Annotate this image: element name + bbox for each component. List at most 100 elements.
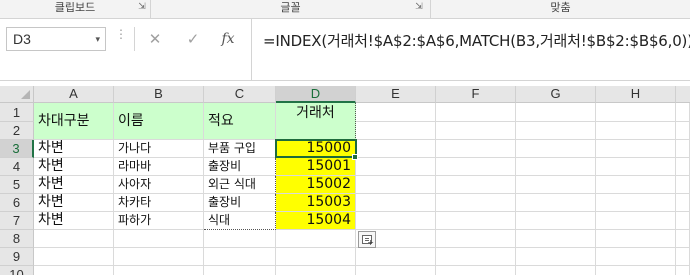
- empty-cell[interactable]: [516, 158, 596, 176]
- clipboard-launcher-icon[interactable]: ⇲: [137, 3, 147, 13]
- cell-a1-header[interactable]: 차대구분: [34, 103, 114, 140]
- cell-a7[interactable]: 차변: [34, 212, 114, 230]
- column-header-c[interactable]: C: [204, 86, 276, 103]
- empty-cell[interactable]: [676, 103, 690, 122]
- cell-d5[interactable]: 15002: [276, 176, 356, 194]
- empty-cell[interactable]: [596, 194, 676, 212]
- row-header-10[interactable]: 10: [0, 266, 34, 275]
- empty-cell[interactable]: [114, 230, 204, 248]
- empty-cell[interactable]: [204, 248, 276, 266]
- empty-cell[interactable]: [356, 103, 436, 122]
- empty-cell[interactable]: [676, 212, 690, 230]
- cell-c5[interactable]: 외근 식대: [204, 176, 276, 194]
- select-all-corner[interactable]: [0, 86, 34, 103]
- font-launcher-icon[interactable]: ⇲: [414, 3, 424, 13]
- empty-cell[interactable]: [436, 122, 516, 140]
- column-header-d[interactable]: D: [276, 86, 356, 103]
- empty-cell[interactable]: [356, 158, 436, 176]
- empty-cell[interactable]: [204, 230, 276, 248]
- row-header-6[interactable]: 6: [0, 194, 34, 212]
- empty-cell[interactable]: [34, 266, 114, 275]
- empty-cell[interactable]: [436, 103, 516, 122]
- chevron-down-icon[interactable]: ▾: [95, 28, 100, 50]
- column-header-f[interactable]: F: [436, 86, 516, 103]
- empty-cell[interactable]: [436, 248, 516, 266]
- cell-a4[interactable]: 차변: [34, 158, 114, 176]
- column-header-a[interactable]: A: [34, 86, 114, 103]
- cell-b6[interactable]: 차카타: [114, 194, 204, 212]
- cancel-icon[interactable]: ✕: [143, 28, 167, 50]
- empty-cell[interactable]: [436, 176, 516, 194]
- cell-b3[interactable]: 가나다: [114, 140, 204, 158]
- cell-b4[interactable]: 라마바: [114, 158, 204, 176]
- name-box[interactable]: D3 ▾: [6, 27, 106, 51]
- empty-cell[interactable]: [34, 230, 114, 248]
- row-header-9[interactable]: 9: [0, 248, 34, 266]
- cell-c7[interactable]: 식대: [204, 212, 276, 230]
- cell-a3[interactable]: 차변: [34, 140, 114, 158]
- fill-handle[interactable]: [352, 154, 358, 160]
- empty-cell[interactable]: [356, 122, 436, 140]
- empty-cell[interactable]: [516, 230, 596, 248]
- empty-cell[interactable]: [276, 248, 356, 266]
- column-header-b[interactable]: B: [114, 86, 204, 103]
- row-header-8[interactable]: 8: [0, 230, 34, 248]
- empty-cell[interactable]: [356, 176, 436, 194]
- empty-cell[interactable]: [356, 212, 436, 230]
- empty-cell[interactable]: [596, 140, 676, 158]
- empty-cell[interactable]: [596, 248, 676, 266]
- cell-b5[interactable]: 사아자: [114, 176, 204, 194]
- empty-cell[interactable]: [516, 176, 596, 194]
- empty-cell[interactable]: [676, 194, 690, 212]
- empty-cell[interactable]: [596, 230, 676, 248]
- empty-cell[interactable]: [114, 266, 204, 275]
- empty-cell[interactable]: [356, 140, 436, 158]
- cell-a5[interactable]: 차변: [34, 176, 114, 194]
- empty-cell[interactable]: [596, 122, 676, 140]
- row-header-1[interactable]: 1: [0, 103, 34, 122]
- empty-cell[interactable]: [516, 194, 596, 212]
- empty-cell[interactable]: [516, 248, 596, 266]
- enter-check-icon[interactable]: ✓: [181, 28, 205, 50]
- empty-cell[interactable]: [676, 122, 690, 140]
- cell-b7[interactable]: 파하가: [114, 212, 204, 230]
- empty-cell[interactable]: [276, 230, 356, 248]
- insert-function-icon[interactable]: fx: [216, 28, 240, 50]
- cell-c6[interactable]: 출장비: [204, 194, 276, 212]
- column-header-h[interactable]: H: [596, 86, 676, 103]
- empty-cell[interactable]: [676, 266, 690, 275]
- empty-cell[interactable]: [516, 266, 596, 275]
- empty-cell[interactable]: [356, 266, 436, 275]
- row-header-4[interactable]: 4: [0, 158, 34, 176]
- cell-a6[interactable]: 차변: [34, 194, 114, 212]
- empty-cell[interactable]: [676, 140, 690, 158]
- empty-cell[interactable]: [204, 266, 276, 275]
- empty-cell[interactable]: [356, 194, 436, 212]
- cell-c1-header[interactable]: 적요: [204, 103, 276, 140]
- empty-cell[interactable]: [114, 248, 204, 266]
- empty-cell[interactable]: [436, 230, 516, 248]
- formula-input[interactable]: =INDEX(거래처!$A$2:$A$6,MATCH(B3,거래처!$B$2:$…: [251, 19, 690, 81]
- empty-cell[interactable]: [276, 266, 356, 275]
- empty-cell[interactable]: [436, 266, 516, 275]
- cell-d3[interactable]: 15000: [276, 140, 356, 158]
- resize-handle-icon[interactable]: ⋮: [115, 28, 127, 40]
- row-header-5[interactable]: 5: [0, 176, 34, 194]
- empty-cell[interactable]: [356, 248, 436, 266]
- row-header-3[interactable]: 3: [0, 140, 34, 158]
- empty-cell[interactable]: [596, 158, 676, 176]
- cell-b1-header[interactable]: 이름: [114, 103, 204, 140]
- empty-cell[interactable]: [676, 176, 690, 194]
- empty-cell[interactable]: [676, 248, 690, 266]
- empty-cell[interactable]: [436, 140, 516, 158]
- empty-cell[interactable]: [516, 212, 596, 230]
- empty-cell[interactable]: [516, 122, 596, 140]
- empty-cell[interactable]: [34, 248, 114, 266]
- row-header-2[interactable]: 2: [0, 122, 34, 140]
- empty-cell[interactable]: [436, 158, 516, 176]
- empty-cell[interactable]: [436, 194, 516, 212]
- empty-cell[interactable]: [596, 176, 676, 194]
- column-header-g[interactable]: G: [516, 86, 596, 103]
- cell-c3[interactable]: 부품 구입: [204, 140, 276, 158]
- column-header-e[interactable]: E: [356, 86, 436, 103]
